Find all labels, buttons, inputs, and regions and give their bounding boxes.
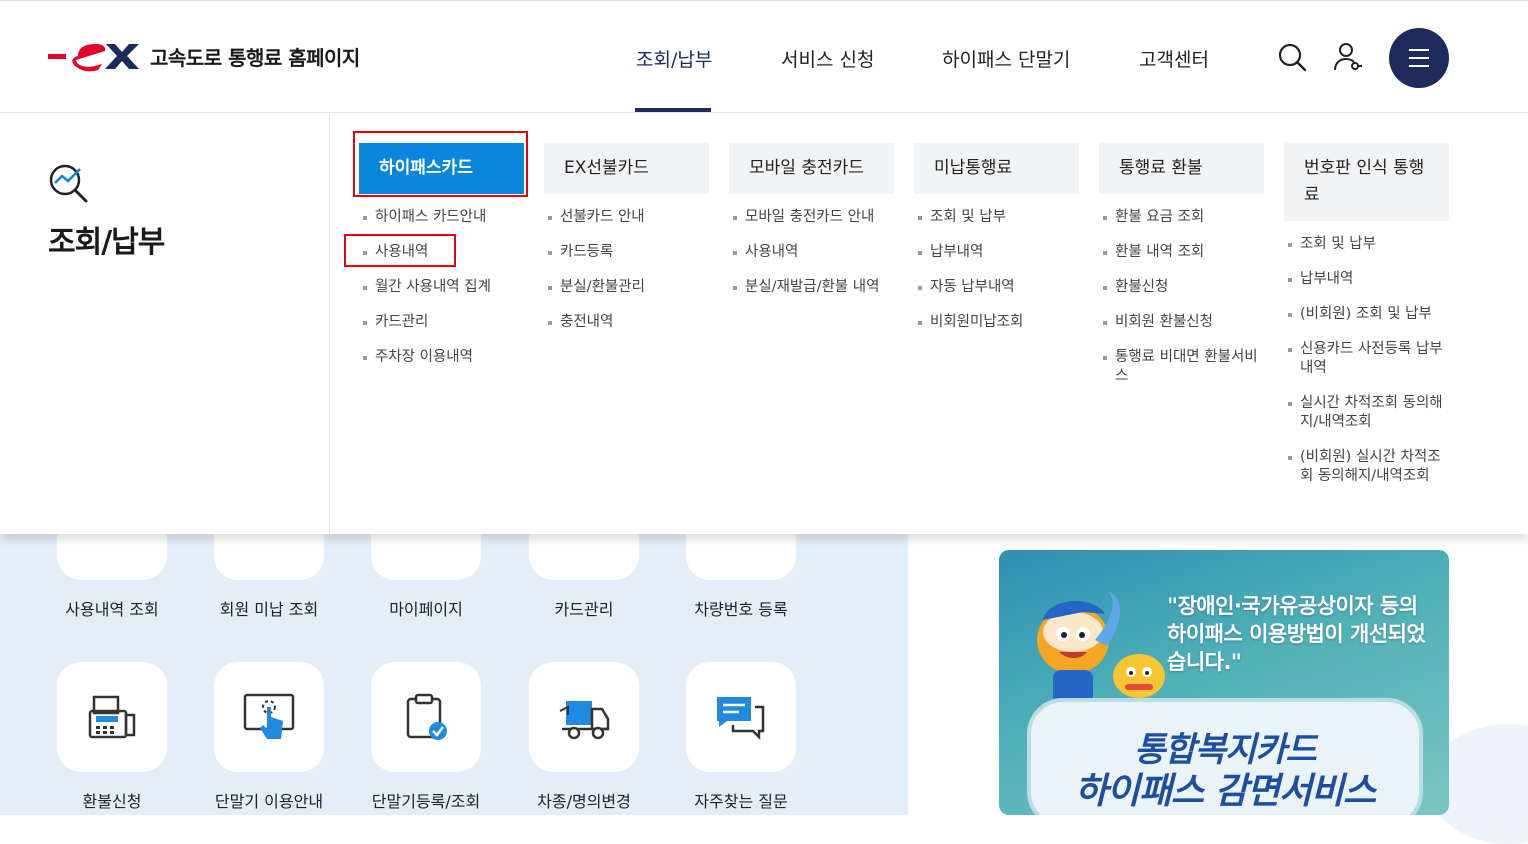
quick-label: 차종/명의변경 — [537, 792, 631, 811]
quick-refund-button[interactable] — [57, 662, 167, 772]
menu-column-unpaid-toll: 미납통행료 조회 및 납부 납부내역 자동 납부내역 비회원미납조회 — [914, 143, 1079, 348]
quick-label: 마이페이지 — [389, 600, 463, 619]
banner-title-box: 통합복지카드 하이패스 감면서비스 — [1027, 698, 1423, 815]
menu-item-charge-history[interactable]: 충전내역 — [544, 313, 709, 332]
menu-item-plate-nonmember[interactable]: (비회원) 조회 및 납부 — [1284, 305, 1449, 324]
quick-label: 카드관리 — [554, 600, 614, 619]
menu-head-toll-refund[interactable]: 통행료 환불 — [1099, 143, 1264, 194]
menu-item-unpaid-inquiry[interactable]: 조회 및 납부 — [914, 208, 1079, 227]
banner-title-line2: 하이패스 감면서비스 — [1074, 771, 1377, 812]
menu-column-hipass-card: 하이패스카드 하이패스 카드안내 사용내역 월간 사용내역 집계 카드관리 주차… — [359, 143, 524, 383]
menu-item-auto-payment[interactable]: 자동 납부내역 — [914, 278, 1079, 297]
menu-item-realtime-consent[interactable]: 실시간 차적조회 동의해지/내역조회 — [1284, 394, 1449, 432]
menu-item-card-register[interactable]: 카드등록 — [544, 243, 709, 262]
search-icon[interactable] — [1276, 41, 1308, 73]
quick-label: 회원 미납 조회 — [219, 600, 319, 619]
quick-label: 자주찾는 질문 — [694, 792, 788, 811]
touch-screen-icon — [243, 693, 295, 739]
promo-banner[interactable]: "장애인·국가유공상이자 등의 하이패스 이용방법이 개선되었습니다." 통합복… — [999, 550, 1449, 815]
menu-item-nonmember-unpaid[interactable]: 비회원미납조회 — [914, 313, 1079, 332]
menu-icon[interactable] — [1389, 28, 1449, 88]
site-title: 고속도로 통행료 홈페이지 — [150, 45, 360, 70]
quick-label: 환불신청 — [82, 792, 142, 811]
quick-label: 사용내역 조회 — [65, 600, 159, 619]
quick-vehicle-change-button[interactable] — [529, 662, 639, 772]
user-icon[interactable] — [1331, 41, 1363, 73]
quick-terminal-guide-button[interactable] — [214, 662, 324, 772]
menu-item-mobile-usage[interactable]: 사용내역 — [729, 243, 894, 262]
menu-head-hipass-card[interactable]: 하이패스카드 — [359, 143, 524, 194]
nav-customer-center[interactable]: 고객센터 — [1139, 45, 1209, 72]
menu-item-lost-refund[interactable]: 분실/환불관리 — [544, 278, 709, 297]
fax-icon — [88, 695, 136, 739]
site-header: 고속도로 통행료 홈페이지 조회/납부 서비스 신청 하이패스 단말기 고객센터 — [0, 0, 1528, 113]
quick-faq-button[interactable] — [686, 662, 796, 772]
search-chart-icon — [49, 164, 88, 203]
menu-head-ex-prepaid[interactable]: EX선불카드 — [544, 143, 709, 194]
menu-column-ex-prepaid: EX선불카드 선불카드 안내 카드등록 분실/환불관리 충전내역 — [544, 143, 709, 348]
menu-item-monthly-usage[interactable]: 월간 사용내역 집계 — [359, 278, 524, 297]
menu-item-refund-apply[interactable]: 환불신청 — [1099, 278, 1264, 297]
quick-label: 단말기 이용안내 — [214, 792, 324, 811]
menu-item-plate-payment-history[interactable]: 납부내역 — [1284, 270, 1449, 289]
mega-menu-section: 조회/납부 — [0, 113, 330, 534]
menu-item-mobile-card-guide[interactable]: 모바일 충전카드 안내 — [729, 208, 894, 227]
menu-item-refund-fee[interactable]: 환불 요금 조회 — [1099, 208, 1264, 227]
quick-label: 단말기등록/조회 — [371, 792, 481, 811]
menu-head-mobile-charge[interactable]: 모바일 충전카드 — [729, 143, 894, 194]
mega-menu-section-title: 조회/납부 — [48, 225, 165, 260]
truck-icon — [559, 701, 610, 740]
menu-column-plate-recognition: 번호판 인식 통행료 조회 및 납부 납부내역 (비회원) 조회 및 납부 신용… — [1284, 143, 1449, 502]
menu-item-prepaid-guide[interactable]: 선불카드 안내 — [544, 208, 709, 227]
menu-column-mobile-charge: 모바일 충전카드 모바일 충전카드 안내 사용내역 분실/재발급/환불 내역 — [729, 143, 894, 313]
menu-column-toll-refund: 통행료 환불 환불 요금 조회 환불 내역 조회 환불신청 비회원 환불신청 통… — [1099, 143, 1264, 402]
menu-head-unpaid-toll[interactable]: 미납통행료 — [914, 143, 1079, 194]
menu-item-card-management[interactable]: 카드관리 — [359, 313, 524, 332]
menu-item-credit-card-preregister[interactable]: 신용카드 사전등록 납부내역 — [1284, 340, 1449, 378]
nav-hipass-terminal[interactable]: 하이패스 단말기 — [942, 45, 1070, 72]
menu-item-refund-history[interactable]: 환불 내역 조회 — [1099, 243, 1264, 262]
menu-item-contactless-refund[interactable]: 통행료 비대면 환불서비스 — [1099, 348, 1264, 386]
menu-item-hipass-card-guide[interactable]: 하이패스 카드안내 — [359, 208, 524, 227]
menu-item-nonmember-realtime-consent[interactable]: (비회원) 실시간 차적조회 동의해지/내역조회 — [1284, 448, 1449, 486]
nav-active-indicator — [635, 108, 711, 112]
nav-inquiry-payment[interactable]: 조회/납부 — [636, 45, 712, 72]
menu-item-mobile-lost-reissue[interactable]: 분실/재발급/환불 내역 — [729, 278, 894, 297]
menu-item-plate-inquiry[interactable]: 조회 및 납부 — [1284, 235, 1449, 254]
ex-logo-icon — [48, 44, 139, 72]
chat-icon — [717, 697, 765, 741]
menu-item-parking-history[interactable]: 주차장 이용내역 — [359, 348, 524, 367]
nav-service-application[interactable]: 서비스 신청 — [781, 45, 874, 72]
quick-terminal-register-button[interactable] — [371, 662, 481, 772]
quick-label: 차량번호 등록 — [694, 600, 788, 619]
menu-item-usage-history[interactable]: 사용내역 — [359, 243, 524, 262]
menu-item-payment-history[interactable]: 납부내역 — [914, 243, 1079, 262]
site-logo[interactable]: 고속도로 통행료 홈페이지 — [48, 39, 360, 73]
menu-item-nonmember-refund[interactable]: 비회원 환불신청 — [1099, 313, 1264, 332]
clipboard-check-icon — [406, 693, 447, 740]
menu-head-plate-recognition[interactable]: 번호판 인식 통행료 — [1284, 143, 1449, 221]
mega-menu: 조회/납부 하이패스카드 하이패스 카드안내 사용내역 월간 사용내역 집계 카… — [0, 113, 1528, 534]
banner-quote: "장애인·국가유공상이자 등의 하이패스 이용방법이 개선되었습니다." — [1167, 594, 1426, 674]
